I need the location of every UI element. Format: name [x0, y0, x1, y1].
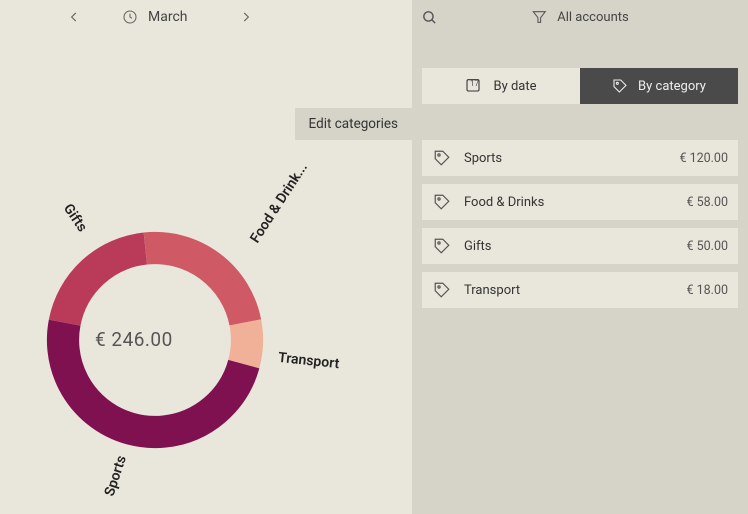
- view-toggle: 17 By date By category: [422, 68, 738, 104]
- right-pane: All accounts 17 By date By category Spor…: [412, 0, 748, 514]
- accounts-filter-label: All accounts: [557, 10, 628, 25]
- left-pane: March Edit categories € 246.00 Gifts Foo…: [0, 0, 412, 514]
- month-selector: March: [0, 0, 412, 34]
- accounts-filter[interactable]: All accounts: [531, 9, 628, 25]
- category-amount: € 120.00: [679, 151, 728, 166]
- chevron-right-icon: [239, 10, 253, 24]
- edit-categories-label: Edit categories: [309, 116, 398, 132]
- donut-chart: € 246.00 Gifts Food & Drink... Transport…: [0, 140, 412, 510]
- list-item[interactable]: Gifts € 50.00: [422, 228, 738, 264]
- month-label: March: [148, 9, 188, 25]
- month-display[interactable]: March: [122, 9, 188, 25]
- tag-icon: [432, 236, 452, 256]
- prev-month-button[interactable]: [56, 0, 92, 34]
- tag-icon: [612, 78, 628, 94]
- category-amount: € 50.00: [686, 239, 728, 254]
- right-header: All accounts: [412, 0, 748, 34]
- filter-icon: [531, 9, 547, 25]
- tag-icon: [432, 192, 452, 212]
- donut-total: € 246.00: [95, 328, 173, 351]
- toggle-by-category-label: By category: [638, 79, 706, 94]
- toggle-by-date-label: By date: [493, 79, 536, 94]
- category-amount: € 58.00: [686, 195, 728, 210]
- chart-label-sports: Sports: [102, 454, 130, 499]
- list-item[interactable]: Sports € 120.00: [422, 140, 738, 176]
- list-item[interactable]: Food & Drinks € 58.00: [422, 184, 738, 220]
- category-list: Sports € 120.00 Food & Drinks € 58.00 Gi…: [422, 140, 738, 316]
- category-amount: € 18.00: [686, 283, 728, 298]
- search-button[interactable]: [412, 0, 446, 34]
- category-name: Food & Drinks: [464, 195, 686, 210]
- edit-categories-button[interactable]: Edit categories: [295, 108, 412, 140]
- chart-label-transport: Transport: [277, 350, 340, 372]
- calendar-day-num: 17: [465, 79, 483, 88]
- chart-label-food: Food & Drink...: [247, 160, 311, 246]
- toggle-by-category[interactable]: By category: [580, 68, 738, 104]
- tag-icon: [432, 148, 452, 168]
- next-month-button[interactable]: [228, 0, 264, 34]
- toggle-by-date[interactable]: 17 By date: [422, 68, 580, 104]
- tag-icon: [432, 280, 452, 300]
- calendar-day-icon: 17: [465, 77, 483, 95]
- clock-icon: [122, 9, 138, 25]
- chevron-left-icon: [67, 10, 81, 24]
- category-name: Sports: [464, 151, 679, 166]
- category-name: Transport: [464, 283, 686, 298]
- search-icon: [421, 9, 438, 26]
- category-name: Gifts: [464, 239, 686, 254]
- list-item[interactable]: Transport € 18.00: [422, 272, 738, 308]
